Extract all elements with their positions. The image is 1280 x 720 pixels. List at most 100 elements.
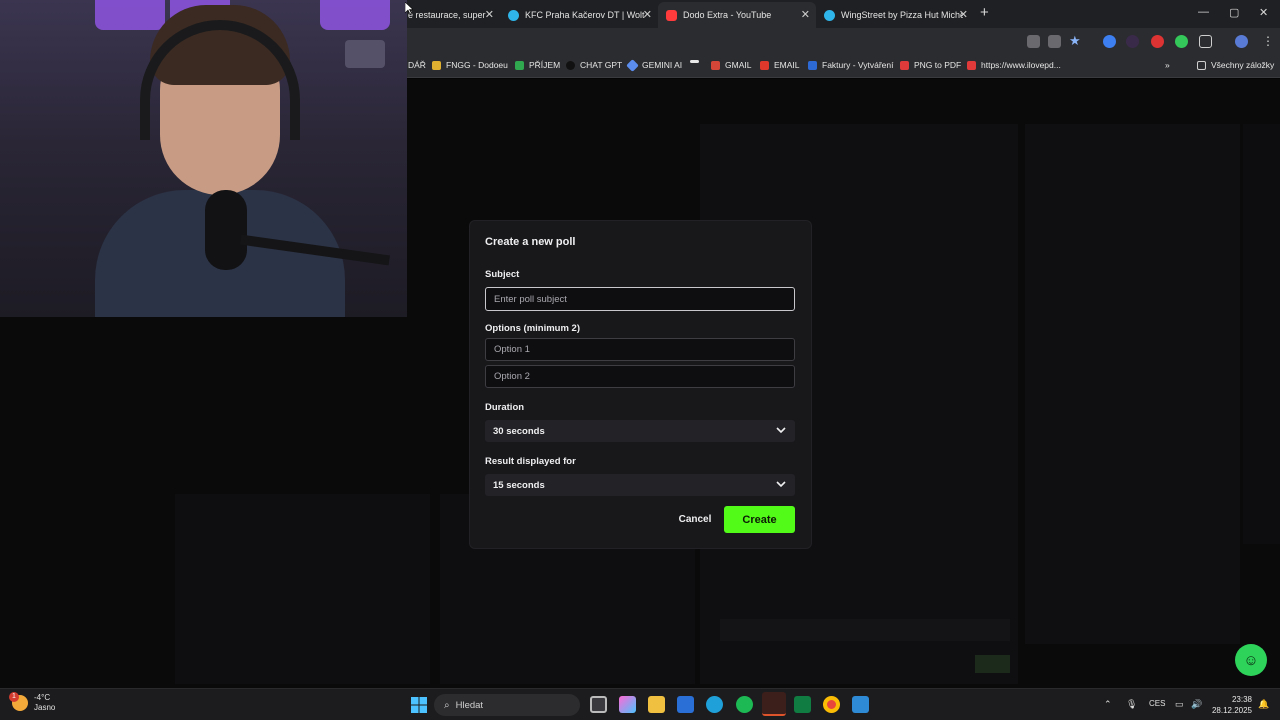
more-menu-icon[interactable]: ⋮ [1262, 34, 1274, 48]
tab-label: KFC Praha Kačerov DT | Wolt | D [525, 10, 647, 20]
subject-label: Subject [485, 269, 520, 280]
file-explorer-icon[interactable] [648, 696, 665, 713]
cancel-button[interactable]: Cancel [670, 506, 720, 532]
notification-badge: 1 [9, 692, 19, 702]
screen: é restaurace, super ✕ KFC Praha Kačerov … [0, 0, 1280, 720]
temperature: -4°C [34, 693, 51, 702]
wolt-icon [824, 9, 835, 21]
windows-start-icon[interactable] [411, 697, 427, 713]
poll-option-1-input[interactable] [485, 338, 795, 361]
time: 23:38 [1231, 695, 1252, 704]
windows-taskbar: 1 -4°C Jasno ⌕ Hledat ⌃ 🎙 CES ▭ 🔊 23:38 2… [0, 688, 1280, 720]
tracking-off-icon[interactable] [1027, 35, 1040, 48]
bookmark[interactable]: PŘÍJEM [515, 60, 560, 70]
webcam-overlay [0, 0, 407, 317]
bookmark[interactable]: CHAT GPT [566, 60, 622, 70]
taskbar-search[interactable]: ⌕ Hledat [434, 694, 580, 716]
email-icon [760, 60, 769, 70]
result-duration-select[interactable]: 15 seconds [485, 474, 795, 496]
bookmark-label: Všechny záložky [1211, 60, 1275, 70]
bookmark-label: CHAT GPT [580, 60, 623, 70]
notifications-icon[interactable]: 🔔 [1258, 699, 1269, 710]
notepad-icon[interactable] [852, 696, 869, 713]
outlook-icon[interactable] [677, 696, 694, 713]
task-view-icon[interactable] [590, 696, 607, 713]
translate-icon[interactable] [1048, 35, 1061, 48]
browser-tab[interactable]: é restaurace, super ✕ [400, 2, 500, 28]
bookmark[interactable] [690, 60, 704, 63]
bookmark[interactable]: PNG to PDF [900, 60, 961, 70]
close-tab-icon[interactable]: ✕ [643, 8, 652, 21]
search-icon: ⌕ [444, 699, 450, 711]
restore-icon[interactable]: ▢ [1229, 6, 1239, 19]
all-bookmarks-button[interactable]: Všechny záložky [1197, 60, 1274, 70]
new-tab-button[interactable]: + [980, 4, 989, 21]
language-indicator[interactable]: CES [1149, 699, 1165, 708]
wall-decor [345, 40, 385, 68]
obs-active-app-icon[interactable] [762, 692, 786, 716]
date: 28.12.2025 [1211, 706, 1252, 715]
chevron-down-icon [776, 427, 786, 434]
duration-value: 30 seconds [493, 425, 545, 437]
network-icon[interactable]: ▭ [1175, 699, 1184, 710]
spotify-icon[interactable] [736, 696, 753, 713]
poll-subject-input[interactable] [485, 287, 795, 311]
tray-chevron-icon[interactable]: ⌃ [1104, 699, 1112, 710]
duration-label: Duration [485, 402, 525, 413]
options-label: Options (minimum 2) [485, 323, 580, 334]
browser-tab-active[interactable]: Dodo Extra - YouTube ✕ [658, 2, 816, 28]
browser-tab[interactable]: WingStreet by Pizza Hut Miche ✕ [816, 2, 974, 28]
duration-select[interactable]: 30 seconds [485, 420, 795, 442]
extension-icon[interactable] [1175, 35, 1188, 48]
bookmark[interactable]: FNGG - Dodoeu [432, 60, 508, 70]
bookmark[interactable]: EMAIL [760, 60, 800, 70]
chat-send-button [975, 655, 1010, 673]
minimize-icon[interactable]: — [1198, 6, 1209, 18]
side-toolbar [1243, 124, 1280, 544]
poll-option-2-input[interactable] [485, 365, 795, 388]
result-duration-value: 15 seconds [493, 479, 545, 491]
bookmark[interactable]: https://www.ilovepd... [967, 60, 1061, 70]
png-to-pdf-icon [900, 60, 909, 70]
tab-label: WingStreet by Pizza Hut Miche [841, 10, 963, 20]
weather-condition: Jasno [34, 703, 56, 712]
copilot-icon[interactable] [619, 696, 636, 713]
activity-feed [175, 494, 430, 684]
star-icon[interactable]: ★ [1069, 33, 1081, 49]
stream-info-panel [1025, 124, 1240, 644]
excel-icon[interactable] [794, 696, 811, 713]
microphone-icon[interactable]: 🎙 [1126, 699, 1137, 710]
close-window-icon[interactable]: ✕ [1259, 6, 1268, 19]
weather-widget[interactable]: 1 -4°C Jasno [9, 692, 56, 713]
chatgpt-icon [566, 60, 575, 70]
bookmark-label: GEMINI AI [642, 60, 683, 70]
chrome-icon[interactable] [823, 696, 840, 713]
bookmark[interactable]: DÁŘ [408, 60, 426, 70]
extension-icon[interactable] [1126, 35, 1139, 48]
sheets-icon [515, 60, 524, 70]
edge-icon[interactable] [706, 696, 723, 713]
microphone [205, 190, 247, 270]
create-poll-modal: Create a new poll Subject Options (minim… [470, 221, 811, 548]
close-tab-icon[interactable]: ✕ [485, 8, 494, 21]
support-chat-button[interactable]: ☺ [1235, 644, 1267, 676]
extension-icon[interactable] [1103, 35, 1116, 48]
bookmark-label: Faktury - Vytváření [822, 60, 894, 70]
chat-input [720, 619, 1010, 641]
bookmark[interactable]: GEMINI AI [626, 58, 683, 72]
close-tab-icon[interactable]: ✕ [959, 8, 968, 21]
browser-tab[interactable]: KFC Praha Kačerov DT | Wolt | D ✕ [500, 2, 658, 28]
volume-icon[interactable]: 🔊 [1191, 699, 1202, 710]
clock[interactable]: 23:38 28.12.2025 [1208, 694, 1252, 716]
extensions-puzzle-icon[interactable] [1199, 35, 1212, 48]
extension-icon[interactable] [1151, 35, 1164, 48]
close-tab-icon[interactable]: ✕ [801, 8, 810, 21]
bookmark[interactable]: Faktury - Vytváření [808, 60, 893, 70]
create-poll-button[interactable]: Create [724, 506, 795, 533]
bookmark[interactable]: GMAIL [711, 60, 751, 70]
folder-icon [1197, 60, 1206, 70]
search-placeholder: Hledat [455, 699, 484, 711]
result-label: Result displayed for [485, 456, 576, 467]
profile-avatar[interactable] [1235, 35, 1248, 48]
bookmarks-overflow-icon[interactable]: » [1165, 60, 1170, 70]
